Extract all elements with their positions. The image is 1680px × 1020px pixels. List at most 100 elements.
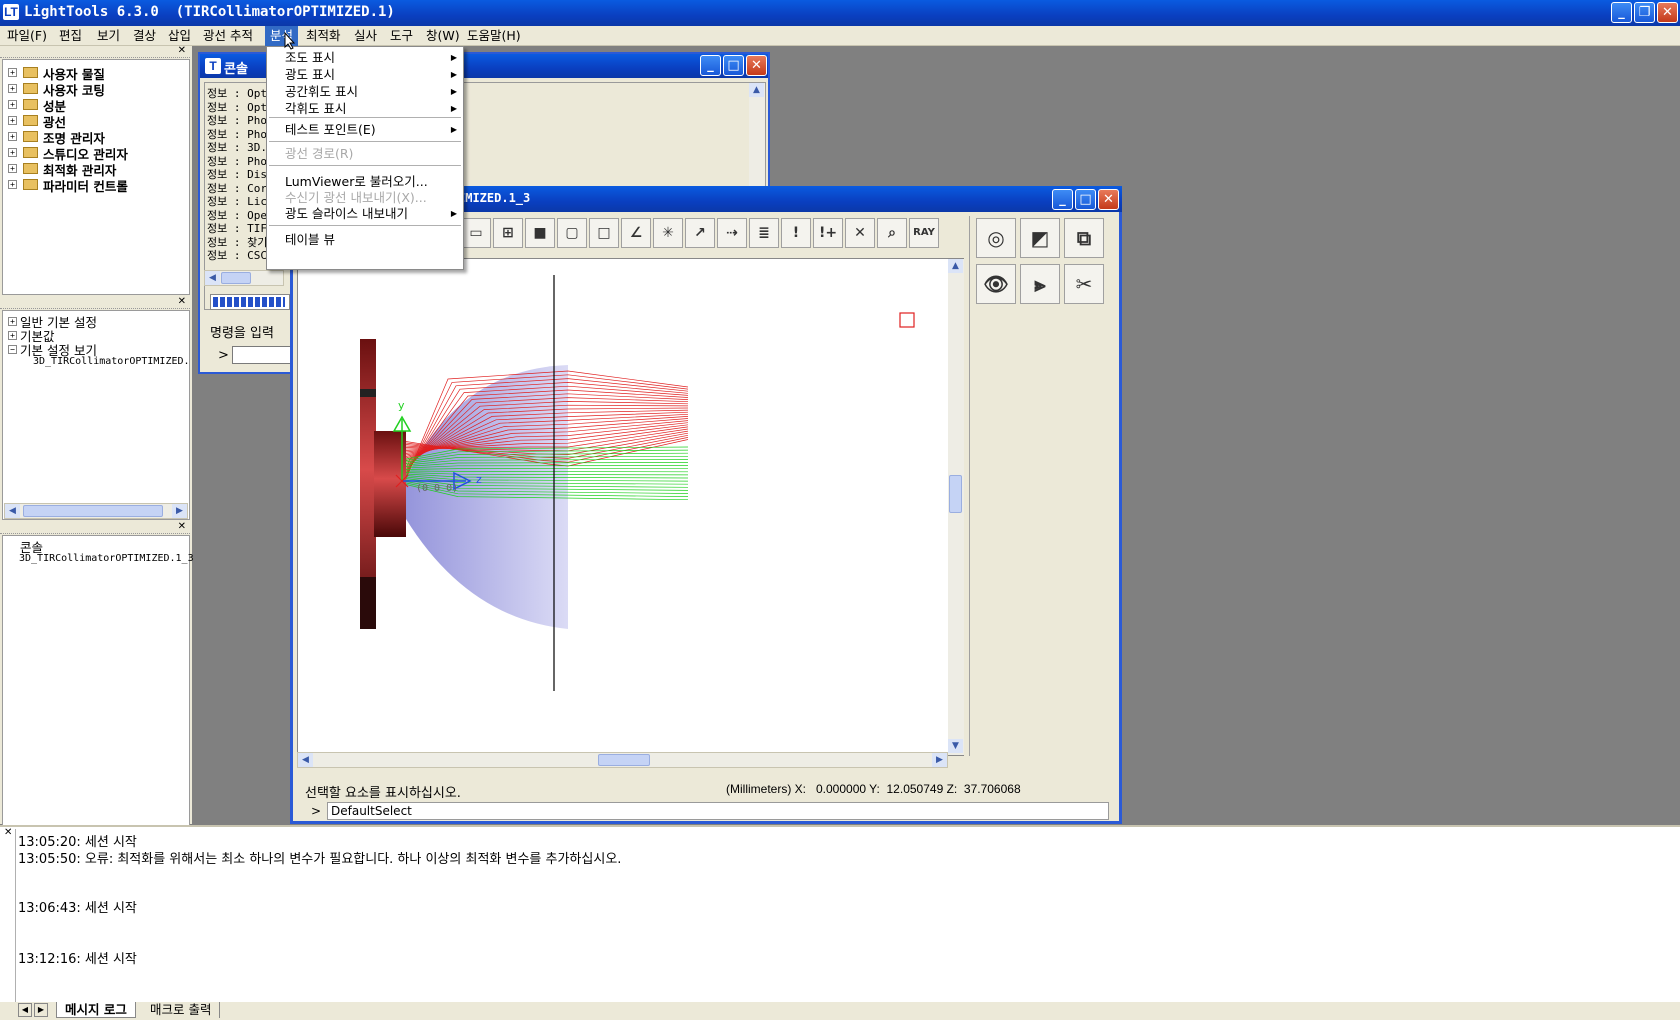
menu-item[interactable]: 공간휘도 표시 ▶ bbox=[267, 83, 463, 100]
maximize-icon[interactable]: □ bbox=[1075, 189, 1096, 210]
submenu-arrow-icon: ▶ bbox=[450, 125, 457, 134]
solid-group-icon[interactable]: ⧉ bbox=[1064, 218, 1104, 258]
menu-edit[interactable]: 편집 bbox=[54, 26, 87, 46]
menu-window[interactable]: 창(W) bbox=[421, 26, 465, 46]
menu-file[interactable]: 파일(F) bbox=[2, 26, 52, 46]
expand-icon[interactable]: + bbox=[8, 148, 17, 157]
scroll-up-icon[interactable]: ▲ bbox=[948, 259, 963, 273]
report-icon[interactable]: ≣ bbox=[749, 218, 779, 248]
submenu-arrow-icon: ▶ bbox=[450, 209, 457, 218]
app-title-bar[interactable]: LT LightTools 6.3.0 (TIRCollimatorOPTIMI… bbox=[0, 0, 1680, 26]
tree-item[interactable]: 파라미터 컨트롤 bbox=[43, 176, 128, 195]
tree-item-3d-view[interactable]: 3D_TIRCollimatorOPTIMIZED.1_3 bbox=[19, 553, 194, 564]
tab-message-log[interactable]: 메시지 로그 bbox=[56, 1002, 136, 1018]
horizontal-scrollbar[interactable]: ◀ bbox=[204, 270, 284, 286]
menu-item[interactable]: 테이블 뷰 bbox=[267, 231, 463, 248]
expand-icon[interactable]: + bbox=[8, 100, 17, 109]
expand-icon[interactable]: + bbox=[8, 317, 17, 326]
scroll-right-icon[interactable]: ▶ bbox=[932, 753, 947, 767]
warning-plus-icon[interactable]: !+ bbox=[813, 218, 843, 248]
collapse-icon[interactable]: − bbox=[8, 345, 17, 354]
menu-render[interactable]: 실사 bbox=[349, 26, 382, 46]
menu-item[interactable]: 각휘도 표시 ▶ bbox=[267, 100, 463, 117]
horizontal-scrollbar[interactable]: ◀ ▶ bbox=[4, 503, 188, 519]
expand-icon[interactable]: + bbox=[8, 132, 17, 141]
menu-help[interactable]: 도움말(H) bbox=[462, 26, 526, 46]
ray-trace-button[interactable]: RAY bbox=[909, 218, 939, 248]
axis-icon[interactable]: ∠ bbox=[621, 218, 651, 248]
log-text-area[interactable]: 13:05:20: 세션 시작 13:05:50: 오류: 최적화를 위해서는 최… bbox=[15, 829, 1680, 1002]
command-input[interactable]: DefaultSelect bbox=[327, 802, 1109, 820]
frame-icon[interactable]: ▭ bbox=[461, 218, 491, 248]
menu-tools[interactable]: 도구 bbox=[385, 26, 418, 46]
menu-item[interactable]: LumViewer로 불러오기... bbox=[267, 173, 463, 190]
view-3d-window[interactable]: IMIZED.1_3 _ □ ✕ ▭ ⊞ ■ ▢ □ ∠ ✳ ↗ ⇢ ≣! !+ ✕ ⌕ RAY bbox=[290, 186, 1122, 824]
menu-imaging[interactable]: 결상 bbox=[128, 26, 161, 46]
close-icon[interactable]: ✕ bbox=[4, 827, 12, 838]
menu-item[interactable]: 광도 표시 ▶ bbox=[267, 66, 463, 83]
cross-icon[interactable]: ✕ bbox=[845, 218, 875, 248]
vertical-scrollbar[interactable]: ▲ ▼ bbox=[948, 259, 964, 755]
menu-item[interactable]: 조도 표시 ▶ bbox=[267, 49, 463, 66]
scroll-right-icon[interactable]: ▶ bbox=[172, 504, 187, 518]
minimize-icon[interactable]: _ bbox=[1052, 189, 1073, 210]
scroll-thumb[interactable] bbox=[221, 272, 251, 284]
folder-icon bbox=[23, 147, 38, 158]
expand-icon[interactable]: + bbox=[8, 180, 17, 189]
expand-icon[interactable]: + bbox=[8, 331, 17, 340]
menu-optimize[interactable]: 최적화 bbox=[301, 26, 346, 46]
scissors-icon[interactable]: ✂ bbox=[1064, 264, 1104, 304]
surface-edit-icon[interactable]: ◩ bbox=[1020, 218, 1060, 258]
triad-icon[interactable]: ✳ bbox=[653, 218, 683, 248]
close-icon[interactable]: ✕ bbox=[178, 521, 186, 532]
minimize-icon[interactable]: _ bbox=[1611, 2, 1632, 23]
folder-icon bbox=[23, 99, 38, 110]
expand-icon[interactable]: + bbox=[8, 116, 17, 125]
close-icon[interactable]: ✕ bbox=[178, 45, 186, 56]
tree-item-model[interactable]: 3D_TIRCollimatorOPTIMIZED. bbox=[33, 356, 190, 367]
wire-cube-icon[interactable]: ▢ bbox=[557, 218, 587, 248]
horizontal-scrollbar[interactable]: ◀ ▶ bbox=[297, 752, 948, 768]
expand-icon[interactable]: + bbox=[8, 84, 17, 93]
arrow-icon[interactable]: ↗ bbox=[685, 218, 715, 248]
scroll-left-icon[interactable]: ◀ bbox=[298, 753, 313, 767]
led-source-shape bbox=[374, 431, 406, 537]
progress-fill bbox=[213, 297, 285, 307]
menu-view[interactable]: 보기 bbox=[92, 26, 125, 46]
scroll-left-icon[interactable]: ◀ bbox=[205, 271, 220, 285]
lens-icon[interactable]: ◎ bbox=[976, 218, 1016, 258]
scroll-thumb[interactable] bbox=[949, 475, 962, 513]
expand-icon[interactable]: + bbox=[8, 164, 17, 173]
expand-icon[interactable]: + bbox=[8, 68, 17, 77]
tab-scroll-right-icon[interactable]: ▶ bbox=[34, 1003, 48, 1017]
solid-cube-icon[interactable]: ■ bbox=[525, 218, 555, 248]
grid-icon[interactable]: ⊞ bbox=[493, 218, 523, 248]
tab-scroll-left-icon[interactable]: ◀ bbox=[18, 1003, 32, 1017]
scroll-left-icon[interactable]: ◀ bbox=[5, 504, 20, 518]
eye-icon[interactable]: 👁 bbox=[976, 264, 1016, 304]
tab-macro-output[interactable]: 매크로 출력 bbox=[142, 1002, 221, 1018]
menu-ray-trace[interactable]: 광선 추적 bbox=[198, 26, 258, 46]
warning-icon[interactable]: ! bbox=[781, 218, 811, 248]
scroll-thumb[interactable] bbox=[23, 505, 163, 517]
menu-item[interactable]: 테스트 포인트(E) ▶ bbox=[267, 121, 463, 138]
cube-outline-icon[interactable]: □ bbox=[589, 218, 619, 248]
lens-ray-icon[interactable]: ⇢ bbox=[717, 218, 747, 248]
scroll-up-icon[interactable]: ▲ bbox=[749, 83, 764, 97]
3d-viewport[interactable]: y z (0 0 0) bbox=[297, 258, 964, 756]
close-icon[interactable]: ✕ bbox=[178, 296, 186, 307]
menu-insert[interactable]: 삽입 bbox=[163, 26, 196, 46]
close-icon[interactable]: ✕ bbox=[1098, 189, 1119, 210]
close-icon[interactable]: ✕ bbox=[746, 55, 767, 76]
close-icon[interactable]: ✕ bbox=[1657, 2, 1678, 23]
restore-icon[interactable]: ❐ bbox=[1634, 2, 1655, 23]
selection-marker[interactable] bbox=[899, 312, 915, 328]
minimize-icon[interactable]: _ bbox=[700, 55, 721, 76]
y-axis-label: y bbox=[398, 399, 405, 412]
scroll-down-icon[interactable]: ▼ bbox=[948, 739, 963, 753]
menu-item[interactable]: 광도 슬라이스 내보내기 ▶ bbox=[267, 205, 463, 222]
maximize-icon[interactable]: □ bbox=[723, 55, 744, 76]
zoom-icon[interactable]: ⌕ bbox=[877, 218, 907, 248]
lens-rays-icon[interactable]: ⫸ bbox=[1020, 264, 1060, 304]
scroll-thumb[interactable] bbox=[598, 754, 650, 766]
